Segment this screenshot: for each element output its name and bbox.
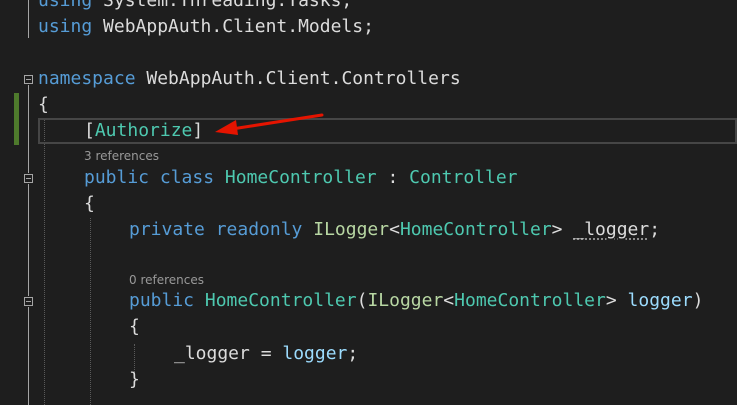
brace: { bbox=[38, 94, 49, 115]
interface-name[interactable]: ILogger bbox=[367, 290, 443, 311]
code-line-ctor-open: { bbox=[129, 314, 737, 340]
angle-bracket: < bbox=[389, 219, 400, 240]
ctor-references-codelens[interactable]: 0 references bbox=[129, 270, 737, 290]
class-references-codelens[interactable]: 3 references bbox=[84, 146, 737, 166]
code-line-using-2: using WebAppAuth.Client.Models; bbox=[38, 14, 737, 40]
outline-line bbox=[28, 0, 29, 38]
namespace-name: WebAppAuth.Client.Models; bbox=[92, 16, 374, 37]
operator: = bbox=[249, 343, 283, 364]
indent-guide bbox=[44, 118, 45, 405]
code-editor[interactable]: using System.Threading.Tasks; using WebA… bbox=[0, 0, 737, 405]
code-line-namespace-open: { bbox=[38, 92, 737, 118]
namespace-name: System.Threading.Tasks; bbox=[92, 0, 353, 11]
paren: ) bbox=[692, 290, 704, 311]
collapse-class-icon[interactable] bbox=[24, 174, 33, 183]
bracket: [ bbox=[84, 120, 95, 141]
paren: ( bbox=[356, 290, 368, 311]
collapse-namespace-icon[interactable] bbox=[24, 75, 33, 84]
code-line-assignment: _logger = logger; bbox=[174, 341, 737, 367]
keyword: namespace bbox=[38, 68, 136, 89]
class-name[interactable]: HomeController bbox=[214, 167, 377, 188]
keyword: using bbox=[38, 16, 93, 37]
indent-guide bbox=[90, 218, 91, 405]
brace: { bbox=[84, 193, 95, 214]
namespace-name: WebAppAuth.Client.Controllers bbox=[135, 68, 461, 89]
references-count[interactable]: 3 references bbox=[84, 149, 159, 163]
interface-name[interactable]: ILogger bbox=[302, 219, 389, 240]
code-line-namespace: namespace WebAppAuth.Client.Controllers bbox=[38, 66, 737, 92]
outline-line bbox=[28, 85, 29, 173]
generic-type-name[interactable]: HomeController bbox=[400, 219, 552, 240]
angle-bracket: > bbox=[605, 290, 617, 311]
base-class-name[interactable]: Controller bbox=[409, 167, 517, 188]
code-line-ctor-close: } bbox=[129, 367, 737, 393]
change-indicator bbox=[14, 93, 19, 145]
keyword: class bbox=[149, 167, 215, 188]
angle-bracket: < bbox=[443, 290, 455, 311]
constructor-name[interactable]: HomeController bbox=[194, 290, 357, 311]
colon: : bbox=[376, 167, 410, 188]
field-name[interactable]: _logger bbox=[573, 219, 649, 240]
references-count[interactable]: 0 references bbox=[129, 273, 204, 287]
bracket: ] bbox=[192, 120, 204, 141]
keyword: public bbox=[84, 167, 150, 188]
brace: } bbox=[129, 369, 140, 390]
code-line-class: public class HomeController : Controller bbox=[84, 165, 737, 191]
generic-type-name[interactable]: HomeController bbox=[454, 290, 606, 311]
code-line-constructor: public HomeController(ILogger<HomeContro… bbox=[129, 288, 737, 314]
semicolon: ; bbox=[347, 343, 359, 364]
outline-line bbox=[28, 307, 29, 405]
parameter-name[interactable]: logger bbox=[282, 343, 347, 364]
authorize-attribute[interactable]: Authorize bbox=[95, 120, 193, 141]
angle-bracket: > bbox=[551, 219, 563, 240]
outline-line bbox=[28, 184, 29, 296]
brace: { bbox=[129, 316, 140, 337]
keyword: readonly bbox=[204, 219, 303, 240]
semicolon: ; bbox=[649, 219, 661, 240]
code-line-using-1: using System.Threading.Tasks; bbox=[38, 0, 737, 14]
code-line-class-open: { bbox=[84, 191, 737, 217]
code-line-attribute: [Authorize] bbox=[84, 118, 737, 144]
parameter-name[interactable]: logger bbox=[628, 290, 693, 311]
keyword: public bbox=[129, 290, 195, 311]
keyword: private bbox=[129, 219, 205, 240]
collapse-constructor-icon[interactable] bbox=[24, 297, 33, 306]
keyword: using bbox=[38, 0, 93, 11]
code-line-field: private readonly ILogger<HomeController>… bbox=[129, 217, 737, 243]
field-name[interactable]: _logger bbox=[174, 343, 250, 364]
